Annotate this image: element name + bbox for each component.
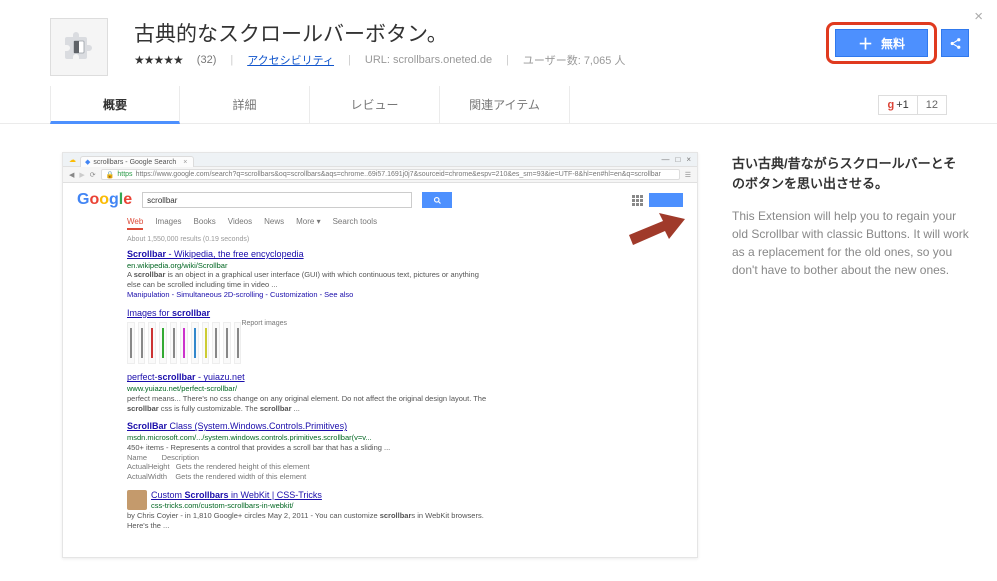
gplus-count: 12 xyxy=(918,95,947,115)
result-stats: About 1,550,000 results (0.19 seconds) xyxy=(127,236,683,243)
share-button[interactable] xyxy=(941,29,969,57)
tab-reviews[interactable]: レビュー xyxy=(310,86,440,124)
url-value: scrollbars.oneted.de xyxy=(393,54,492,66)
tab-overview[interactable]: 概要 xyxy=(50,86,180,124)
annotation-arrow xyxy=(629,211,685,247)
gplus-button[interactable]: g+1 xyxy=(878,95,917,115)
google-logo: Google xyxy=(77,191,132,209)
plus-icon: ＋ xyxy=(858,33,873,54)
screenshot: ☁ ◆scrollbars - Google Search× —□× ◀▶⟳ 🔒… xyxy=(62,152,698,558)
category-link[interactable]: アクセシビリティ xyxy=(247,52,334,68)
google-nav: Web Images Books Videos News More ▾ Sear… xyxy=(127,217,683,230)
tab-details[interactable]: 詳細 xyxy=(180,86,310,124)
google-search-box: scrollbar xyxy=(142,192,412,208)
description-body: This Extension will help you to regain y… xyxy=(732,207,969,279)
install-button[interactable]: ＋ 無料 xyxy=(835,29,928,57)
google-search-button xyxy=(422,192,452,208)
header: 古典的なスクロールバーボタン。 ★★★★★ (32) | アクセシビリティ | … xyxy=(0,0,997,86)
description-headline: 古い古典/昔ながらスクロールバーとそのボタンを思い出させる。 xyxy=(732,154,969,193)
search-result: perfect-scrollbar - yuiazu.netwww.yuiazu… xyxy=(127,372,487,413)
tab-related[interactable]: 関連アイテム xyxy=(440,86,570,124)
users-count: ユーザー数: 7,065 人 xyxy=(523,52,625,68)
search-result: Scrollbar - Wikipedia, the free encyclop… xyxy=(127,249,487,300)
description-panel: 古い古典/昔ながらスクロールバーとそのボタンを思い出させる。 This Exte… xyxy=(732,152,969,558)
url-label: URL: xyxy=(365,54,390,66)
search-result: Custom Scrollbars in WebKit | CSS-Tricks… xyxy=(127,490,487,531)
tabs: 概要 詳細 レビュー 関連アイテム g+1 12 xyxy=(0,86,997,124)
browser-tab: ◆scrollbars - Google Search× xyxy=(80,156,194,167)
rating-stars: ★★★★★ xyxy=(134,53,183,67)
install-highlight: ＋ 無料 xyxy=(826,22,937,64)
reviews-count[interactable]: (32) xyxy=(197,54,217,66)
search-result: ScrollBar Class (System.Windows.Controls… xyxy=(127,421,487,481)
apps-icon xyxy=(632,195,643,206)
extension-icon xyxy=(50,18,108,76)
search-result: Images for scrollbarReport images xyxy=(127,308,487,365)
